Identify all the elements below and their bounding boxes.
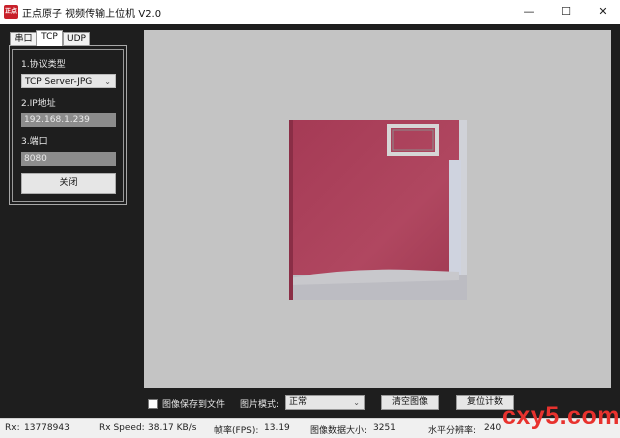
protocol-select-value: TCP Server-JPG [25, 77, 93, 87]
save-to-file-checkbox[interactable] [148, 399, 158, 409]
rx-speed-label: Rx Speed: [99, 423, 145, 433]
image-size-value: 3251 [373, 423, 396, 433]
ip-input[interactable]: 192.168.1.239 [21, 113, 116, 127]
port-label: 3.端口 [21, 137, 48, 147]
horizontal-resolution-value: 240 [484, 423, 502, 433]
tab-serial[interactable]: 串口 [10, 32, 37, 46]
camera-frame-image [289, 120, 467, 300]
minimize-button[interactable]: — [512, 0, 546, 24]
tab-tcp[interactable]: TCP [36, 30, 63, 46]
ip-label: 2.IP地址 [21, 99, 56, 109]
port-input[interactable]: 8080 [21, 152, 116, 166]
fps-value: 13.19 [264, 423, 290, 433]
camera-frame-graphic [289, 120, 467, 300]
rx-speed-value: 38.17 KB/s [148, 423, 197, 433]
image-mode-label: 图片模式: [240, 400, 280, 410]
image-size-label: 图像数据大小: [310, 426, 368, 436]
image-mode-value: 正常 [289, 397, 308, 407]
protocol-select[interactable]: TCP Server-JPG ⌄ [21, 74, 116, 88]
watermark-text: cxy5.com [502, 402, 620, 430]
title-bar: 正点 正点原子 视频传输上位机 V2.0 — ☐ ✕ [0, 0, 620, 24]
rx-value: 13778943 [24, 423, 70, 433]
close-connection-button[interactable]: 关闭 [21, 173, 116, 194]
clear-image-button[interactable]: 清空图像 [381, 395, 439, 410]
window-title: 正点原子 视频传输上位机 V2.0 [22, 9, 162, 20]
save-to-file-label: 图像保存到文件 [162, 400, 226, 410]
tab-udp[interactable]: UDP [63, 32, 90, 46]
horizontal-resolution-label: 水平分辨率: [428, 426, 477, 436]
chevron-down-icon: ⌄ [104, 77, 111, 86]
close-window-button[interactable]: ✕ [586, 0, 620, 24]
maximize-button[interactable]: ☐ [549, 0, 583, 24]
image-mode-select[interactable]: 正常 ⌄ [285, 395, 365, 410]
chevron-down-icon: ⌄ [353, 398, 360, 407]
rx-label: Rx: [5, 423, 20, 433]
protocol-label: 1.协议类型 [21, 60, 66, 70]
app-logo: 正点 [4, 5, 18, 19]
fps-label: 帧率(FPS): [214, 426, 259, 436]
